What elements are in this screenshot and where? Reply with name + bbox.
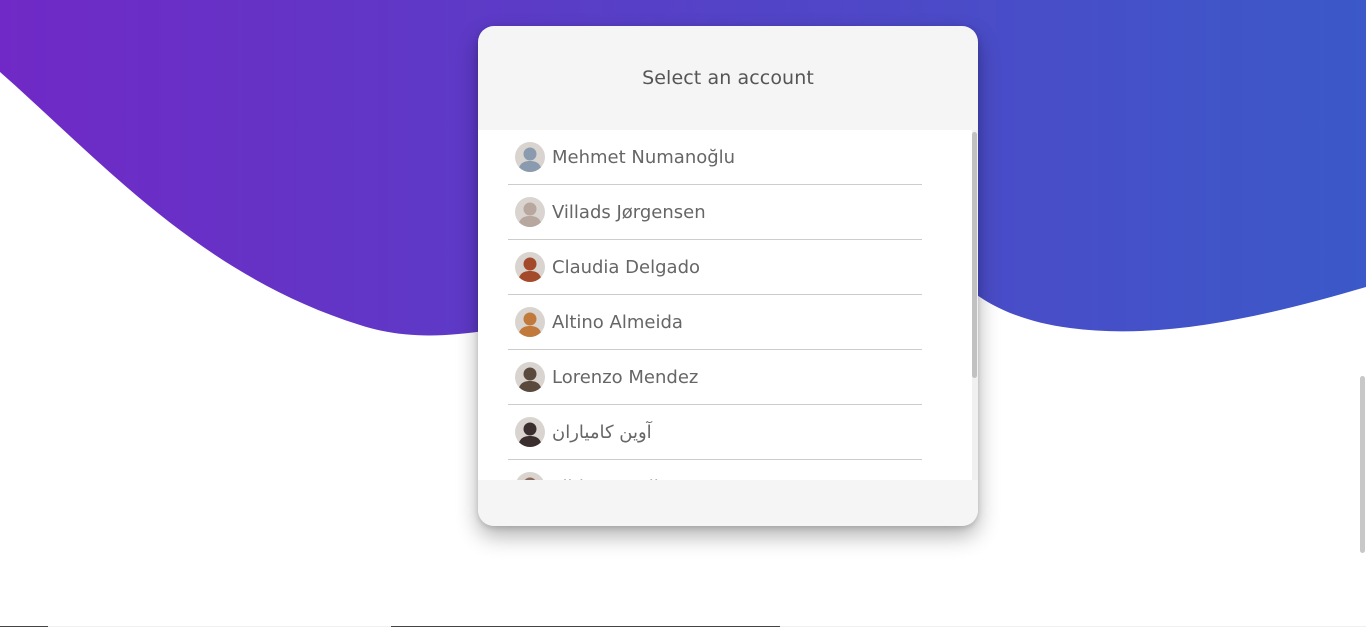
page-scrollbar[interactable] — [1360, 376, 1365, 553]
account-list-item[interactable]: Mehmet Numanoğlu — [508, 130, 922, 185]
account-list-item[interactable]: Pihla Marttila — [508, 460, 922, 480]
user-avatar-icon — [515, 417, 545, 447]
account-name: Lorenzo Mendez — [552, 366, 699, 388]
dialog-title: Select an account — [642, 67, 814, 89]
avatar — [515, 252, 545, 282]
account-list-item[interactable]: Claudia Delgado — [508, 240, 922, 295]
user-avatar-icon — [515, 362, 545, 392]
account-name: Claudia Delgado — [552, 256, 701, 278]
avatar — [515, 197, 545, 227]
account-list-item[interactable]: Lorenzo Mendez — [508, 350, 922, 405]
avatar — [515, 362, 545, 392]
page: Select an account Mehmet Numanoğlu Villad… — [0, 0, 1366, 627]
account-picker-dialog: Select an account Mehmet Numanoğlu Villad… — [478, 26, 978, 526]
dialog-footer — [478, 480, 978, 526]
account-list-item[interactable]: Villads Jørgensen — [508, 185, 922, 240]
account-list-item[interactable]: آوین کامیاران — [508, 405, 922, 460]
account-name: آوین کامیاران — [552, 421, 652, 443]
dialog-header: Select an account — [478, 26, 978, 130]
user-avatar-icon — [515, 472, 545, 480]
account-name: Altino Almeida — [552, 311, 683, 333]
avatar — [515, 417, 545, 447]
account-name: Mehmet Numanoğlu — [552, 146, 736, 168]
user-avatar-icon — [515, 307, 545, 337]
account-list-scrollbar[interactable] — [972, 130, 978, 480]
user-avatar-icon — [515, 197, 545, 227]
account-list-item[interactable]: Altino Almeida — [508, 295, 922, 350]
user-avatar-icon — [515, 142, 545, 172]
avatar — [515, 307, 545, 337]
account-list-scrollbar-thumb[interactable] — [972, 132, 977, 378]
user-avatar-icon — [515, 252, 545, 282]
account-name: Villads Jørgensen — [552, 201, 706, 223]
avatar — [515, 472, 545, 480]
account-list: Mehmet Numanoğlu Villads Jørgensen Claudia… — [478, 130, 978, 480]
avatar — [515, 142, 545, 172]
account-list-container[interactable]: Mehmet Numanoğlu Villads Jørgensen Claudia… — [478, 130, 978, 480]
